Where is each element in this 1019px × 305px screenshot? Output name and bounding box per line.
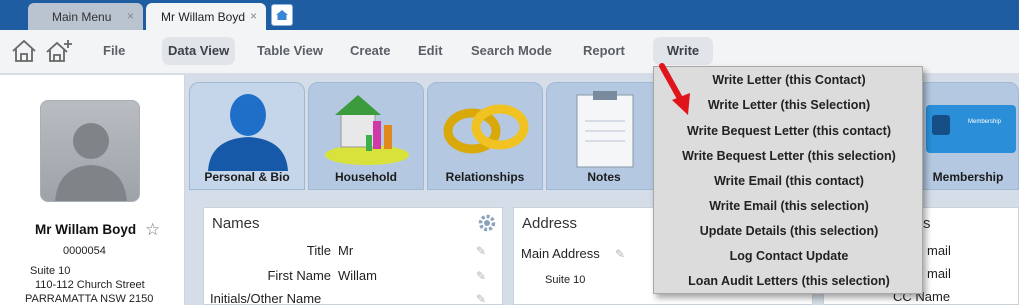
household-icon: [325, 95, 409, 165]
menu-item-write-bequest-contact[interactable]: Write Bequest Letter (this contact): [654, 119, 924, 144]
address-line: Suite 10: [545, 274, 586, 286]
menu-item-write-email-contact[interactable]: Write Email (this contact): [654, 169, 924, 194]
title-label: Title: [306, 243, 331, 258]
menu-item-log-contact-update[interactable]: Log Contact Update: [654, 244, 924, 269]
detail-label: mail: [927, 243, 951, 258]
contact-number: 0000054: [63, 245, 106, 257]
tab-contact[interactable]: Mr Willam Boyd ×: [146, 3, 266, 30]
close-icon[interactable]: ×: [250, 9, 257, 23]
tab-main-menu[interactable]: Main Menu ×: [28, 3, 143, 30]
menu-report[interactable]: Report: [577, 37, 631, 65]
pencil-icon[interactable]: ✎: [476, 292, 486, 305]
close-icon[interactable]: ×: [127, 9, 134, 23]
home-icon: [276, 10, 288, 20]
tile-personal-bio[interactable]: Personal & Bio: [189, 82, 305, 190]
tab-strip: Main Menu × Mr Willam Boyd ×: [0, 0, 1019, 30]
tile-relationships[interactable]: Relationships: [427, 82, 543, 190]
pencil-icon[interactable]: ✎: [476, 244, 486, 258]
favorite-star-icon[interactable]: ☆: [145, 220, 160, 240]
add-home-icon[interactable]: [44, 38, 74, 64]
tile-household[interactable]: Household: [308, 82, 424, 190]
detail-label: mail: [927, 266, 951, 281]
person-icon: [208, 94, 288, 171]
home-icon[interactable]: [10, 38, 38, 64]
tile-notes[interactable]: Notes: [546, 82, 662, 190]
membership-card-text: Membership: [968, 119, 1002, 125]
new-tab-button[interactable]: [271, 4, 293, 26]
first-name-value[interactable]: Willam: [338, 268, 377, 283]
tile-label: Notes: [587, 170, 621, 184]
tile-label: Relationships: [445, 170, 525, 184]
menu-item-loan-audit-letters[interactable]: Loan Audit Letters (this selection): [654, 269, 924, 294]
names-panel: Names Title Mr ✎ First Name Willam ✎ Ini…: [203, 207, 503, 305]
first-name-label: First Name: [267, 268, 331, 283]
gear-icon[interactable]: [478, 214, 496, 232]
address-line: PARRAMATTA NSW 2150: [25, 293, 154, 305]
menu-item-write-email-selection[interactable]: Write Email (this selection): [654, 194, 924, 219]
avatar[interactable]: [40, 100, 140, 202]
menu-edit[interactable]: Edit: [412, 37, 449, 65]
rings-icon: [443, 104, 529, 154]
address-line: 110-112 Church Street: [35, 279, 145, 291]
panel-title: Address: [522, 215, 578, 232]
tab-label: Mr Willam Boyd: [161, 9, 246, 24]
menu-create[interactable]: Create: [344, 37, 396, 65]
menu-data-view[interactable]: Data View: [162, 37, 236, 65]
menu-item-update-details[interactable]: Update Details (this selection): [654, 219, 924, 244]
main-address-label: Main Address: [521, 246, 600, 261]
contact-name: Mr Willam Boyd: [35, 222, 137, 237]
panel-title: s: [923, 215, 931, 232]
menu-table-view[interactable]: Table View: [251, 37, 329, 65]
membership-card-icon: [926, 105, 1016, 153]
pencil-icon[interactable]: ✎: [615, 247, 625, 261]
tab-label: Main Menu: [52, 9, 112, 24]
menu-search-mode[interactable]: Search Mode: [465, 37, 558, 65]
tile-label: Personal & Bio: [204, 170, 290, 184]
title-value[interactable]: Mr: [338, 243, 353, 258]
menu-item-write-bequest-selection[interactable]: Write Bequest Letter (this selection): [654, 144, 924, 169]
clipboard-icon: [576, 91, 634, 168]
pencil-icon[interactable]: ✎: [476, 269, 486, 283]
tile-label: Membership: [932, 170, 1004, 184]
initials-label: Initials/Other Name: [210, 291, 322, 305]
tile-membership[interactable]: Membership Membership: [917, 82, 1019, 190]
arrow-annotation-icon: [659, 63, 690, 115]
contact-sidebar: Mr Willam Boyd ☆ 0000054 Suite 10 110-11…: [0, 75, 185, 305]
tile-label: Household: [335, 170, 397, 184]
menu-file[interactable]: File: [97, 37, 131, 65]
address-line: Suite 10: [30, 265, 71, 277]
person-silhouette-icon: [55, 123, 127, 201]
panel-title: Names: [212, 215, 260, 232]
